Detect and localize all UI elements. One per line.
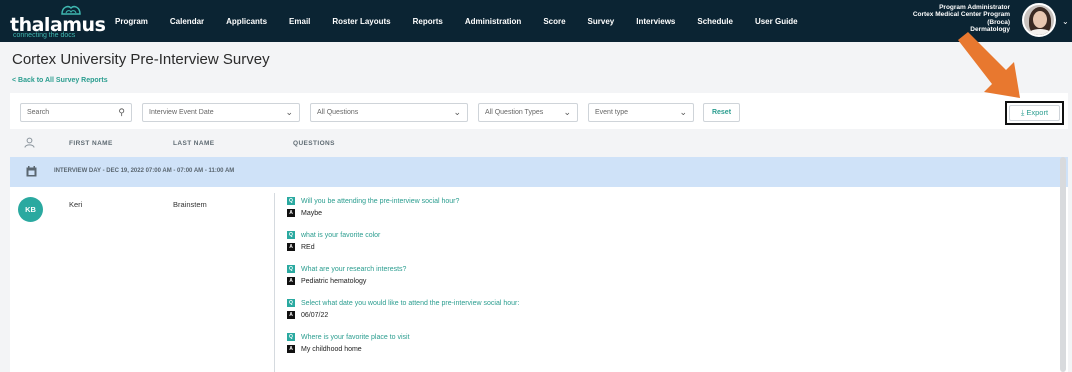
nav-reports[interactable]: Reports xyxy=(413,17,443,26)
question-badge: Q xyxy=(287,333,295,341)
table-header: FIRST NAME LAST NAME QUESTIONS xyxy=(10,129,1068,157)
question-badge: Q xyxy=(287,299,295,307)
event-date-label: Interview Event Date xyxy=(149,109,214,116)
calendar-icon xyxy=(26,166,37,177)
chevron-down-icon: ⌄ xyxy=(679,107,687,117)
question-text: Where is your favorite place to visit xyxy=(301,333,410,341)
chevron-down-icon: ⌄ xyxy=(563,107,571,117)
event-type-label: Event type xyxy=(595,109,629,116)
user-role: Program Administrator xyxy=(939,4,1010,11)
filter-bar: Search ⚲ Interview Event Date ⌄ All Ques… xyxy=(10,93,1068,129)
answer-text: 06/07/22 xyxy=(301,311,329,319)
chevron-down-icon: ⌄ xyxy=(285,107,293,117)
answer-badge: A xyxy=(287,209,295,217)
interview-day-group-header: INTERVIEW DAY - DEC 19, 2022 07:00 AM - … xyxy=(10,157,1068,187)
answer-text: REd xyxy=(301,243,315,251)
nav-interviews[interactable]: Interviews xyxy=(636,17,675,26)
interview-day-label: INTERVIEW DAY - DEC 19, 2022 07:00 AM - … xyxy=(54,168,235,174)
last-name-cell: Brainstem xyxy=(173,200,207,209)
chevron-down-icon: ⌄ xyxy=(453,107,461,117)
qa-item: Qwhat is your favorite color A REd xyxy=(287,231,380,255)
column-divider xyxy=(274,193,275,372)
qa-item: Q Select what date you would like to atte… xyxy=(287,299,519,323)
questions-label: All Questions xyxy=(317,109,359,116)
nav-score[interactable]: Score xyxy=(543,17,565,26)
answer-text: My childhood home xyxy=(301,345,362,353)
column-questions: QUESTIONS xyxy=(293,140,335,147)
nav-applicants[interactable]: Applicants xyxy=(226,17,267,26)
nav-calendar[interactable]: Calendar xyxy=(170,17,204,26)
nav-roster-layouts[interactable]: Roster Layouts xyxy=(332,17,390,26)
applicant-avatar: KB xyxy=(18,197,43,222)
search-input[interactable]: Search ⚲ xyxy=(20,103,132,122)
answer-badge: A xyxy=(287,277,295,285)
column-last-name[interactable]: LAST NAME xyxy=(173,140,215,147)
search-icon: ⚲ xyxy=(118,107,125,117)
chevron-down-icon[interactable]: ⌄ xyxy=(1062,17,1069,26)
main-nav: Program Calendar Applicants Email Roster… xyxy=(115,0,820,42)
nav-email[interactable]: Email xyxy=(289,17,310,26)
vertical-scrollbar[interactable] xyxy=(1060,157,1066,372)
qa-item: Q Where is your favorite place to visit A… xyxy=(287,333,410,357)
qa-item: Q What are your research interests? A Pedi… xyxy=(287,265,406,289)
question-badge: Q xyxy=(287,265,295,273)
nav-user-guide[interactable]: User Guide xyxy=(755,17,798,26)
nav-program[interactable]: Program xyxy=(115,17,148,26)
logo-tagline: connecting the docs xyxy=(13,32,76,39)
question-text: What are your research interests? xyxy=(301,265,407,273)
person-icon xyxy=(24,137,35,148)
user-program-sub: (Broca) xyxy=(987,18,1010,26)
question-types-select[interactable]: All Question Types ⌄ xyxy=(478,103,578,122)
question-types-label: All Question Types xyxy=(485,109,544,116)
question-badge: Q xyxy=(287,197,295,205)
questions-select[interactable]: All Questions ⌄ xyxy=(310,103,468,122)
annotation-arrow-icon xyxy=(958,32,1020,98)
thalamus-logo[interactable]: thalamus connecting the docs xyxy=(10,4,106,40)
question-text: what is your favorite color xyxy=(301,231,381,239)
back-to-survey-reports-link[interactable]: < Back to All Survey Reports xyxy=(12,77,108,84)
answer-badge: A xyxy=(287,243,295,251)
nav-survey[interactable]: Survey xyxy=(588,17,615,26)
survey-report-panel: Search ⚲ Interview Event Date ⌄ All Ques… xyxy=(10,93,1068,372)
search-placeholder: Search xyxy=(27,109,50,116)
column-first-name[interactable]: FIRST NAME xyxy=(69,140,113,147)
question-badge: Q xyxy=(287,231,295,239)
user-program: Cortex Medical Center Program xyxy=(912,11,1010,19)
page-title: Cortex University Pre-Interview Survey xyxy=(12,51,270,68)
user-avatar[interactable] xyxy=(1022,3,1056,37)
nav-administration[interactable]: Administration xyxy=(465,17,521,26)
first-name-cell: Keri xyxy=(69,200,83,209)
question-text: Select what date you would like to atten… xyxy=(301,299,520,307)
answer-text: Pediatric hematology xyxy=(301,277,367,285)
question-text: Will you be attending the pre-interview … xyxy=(301,197,460,205)
answer-text: Maybe xyxy=(301,209,323,217)
nav-schedule[interactable]: Schedule xyxy=(697,17,733,26)
top-navigation-bar: thalamus connecting the docs Program Cal… xyxy=(0,0,1072,42)
event-type-select[interactable]: Event type ⌄ xyxy=(588,103,694,122)
export-highlight-box: ⤓ Export xyxy=(1005,101,1064,125)
answer-badge: A xyxy=(287,345,295,353)
export-button[interactable]: ⤓ Export xyxy=(1009,105,1060,121)
answer-badge: A xyxy=(287,311,295,319)
interview-event-date-select[interactable]: Interview Event Date ⌄ xyxy=(142,103,300,122)
reset-button[interactable]: Reset xyxy=(703,103,740,122)
table-row: KB Keri Brainstem Q Will you be attending… xyxy=(10,187,1068,372)
qa-item: Q Will you be attending the pre-interview… xyxy=(287,197,459,221)
